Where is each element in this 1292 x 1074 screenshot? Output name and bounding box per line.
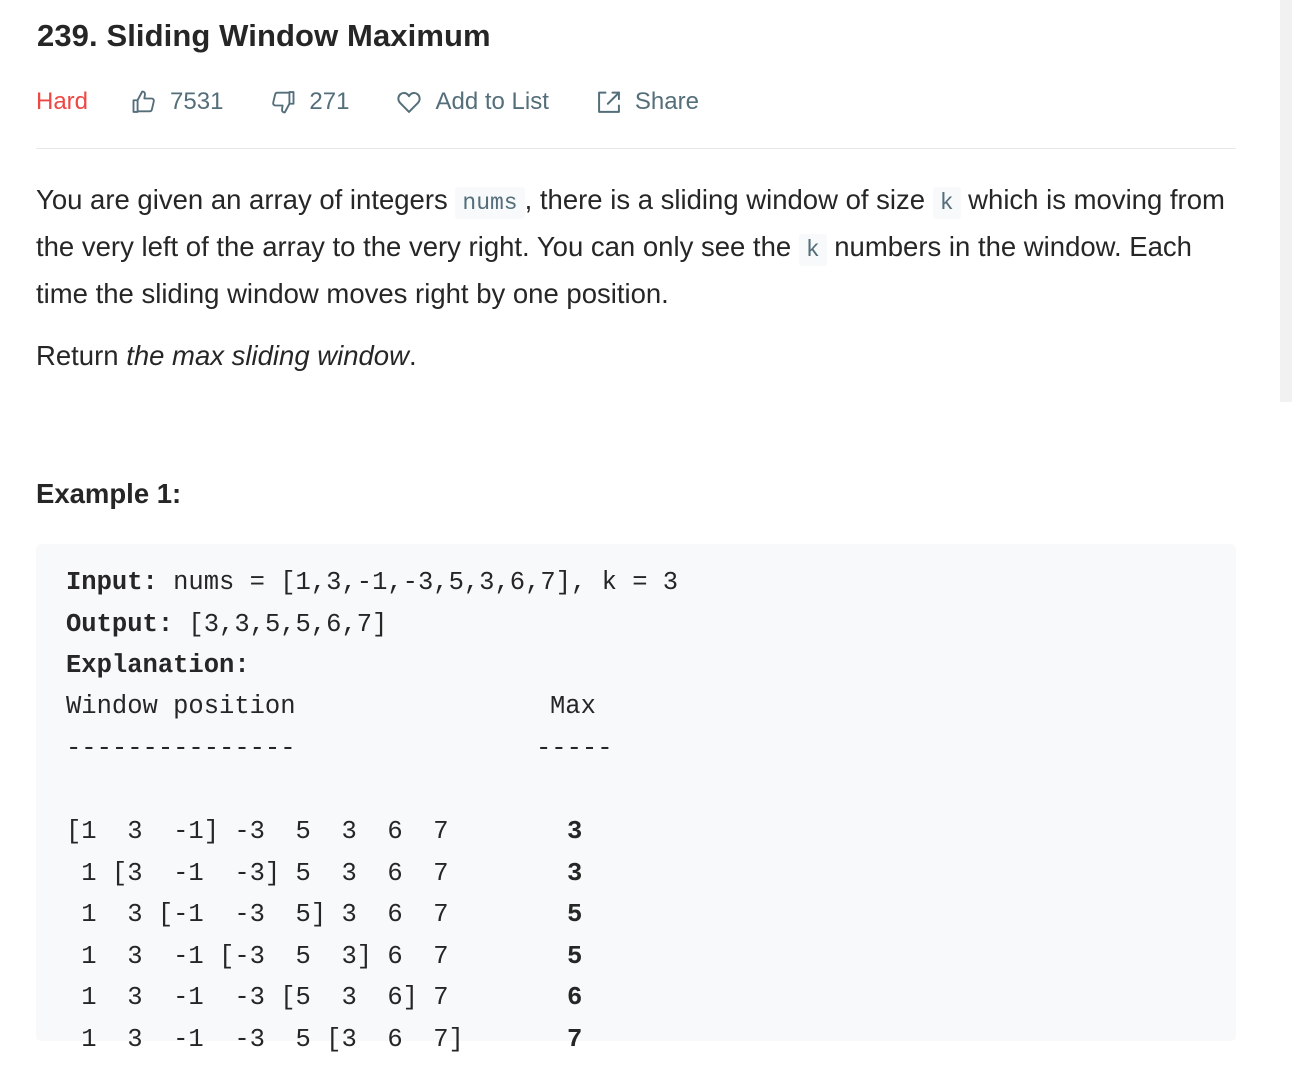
problem-title: 239. Sliding Window Maximum	[37, 18, 491, 53]
explanation-label: Explanation:	[66, 651, 250, 680]
input-label: Input:	[66, 568, 158, 597]
window-max: 6	[567, 983, 583, 1012]
window-position: 1 3 [-1 -3 5] 3 6 7	[66, 900, 449, 929]
input-value: nums = [1,3,-1,-3,5,3,6,7], k = 3	[157, 568, 679, 597]
window-position: 1 [3 -1 -3] 5 3 6 7	[66, 858, 449, 888]
like-button[interactable]: 7531	[130, 88, 223, 116]
window-table: Window position Max --------------- ----…	[66, 686, 666, 1060]
output-value: [3,3,5,5,6,7]	[173, 609, 388, 639]
window-table-header: Window position Max	[66, 686, 666, 728]
inline-code-k: k	[932, 187, 961, 219]
share-button[interactable]: Share	[595, 88, 699, 116]
return-emphasis: the max sliding window	[126, 340, 409, 371]
window-max: 5	[567, 941, 583, 971]
description-text-2: , there is a sliding window of size	[524, 184, 933, 215]
difficulty-badge: Hard	[36, 88, 89, 115]
window-position: 1 3 -1 -3 [5 3 6] 7	[66, 983, 449, 1012]
header-divider	[36, 148, 1236, 149]
dislike-button[interactable]: 271	[269, 88, 349, 116]
max-header: Max	[550, 692, 596, 721]
share-label: Share	[634, 88, 699, 115]
thumbs-up-icon	[132, 90, 155, 113]
window-position-dashes: ---------------	[66, 733, 296, 763]
likes-count: 7531	[170, 88, 224, 115]
example-title: Example 1:	[36, 478, 182, 509]
window-row: 1 3 -1 -3 [5 3 6] 7 6	[66, 977, 666, 1019]
window-max: 3	[567, 817, 583, 846]
return-statement: Return the max sliding window.	[36, 334, 417, 377]
problem-description: You are given an array of integers nums,…	[36, 178, 1236, 315]
add-to-list-button[interactable]: Add to List	[395, 88, 549, 116]
return-suffix: .	[408, 340, 417, 371]
window-row: 1 3 [-1 -3 5] 3 6 7 5	[66, 894, 666, 936]
example-code-block: Input: nums = [1,3,-1,-3,5,3,6,7], k = 3…	[36, 544, 1236, 1054]
window-max: 5	[567, 900, 583, 929]
window-max: 3	[567, 858, 583, 888]
window-row: [1 3 -1] -3 5 3 6 7 3	[66, 811, 666, 853]
window-row: 1 3 -1 [-3 5 3] 6 7 5	[66, 936, 666, 978]
window-table-separator: --------------- -----	[66, 728, 666, 770]
window-position: 1 3 -1 -3 5 [3 6 7]	[66, 1024, 464, 1054]
heart-icon	[397, 91, 422, 113]
inline-code-k: k	[798, 234, 827, 266]
window-position-header: Window position	[66, 692, 296, 721]
window-row: 1 [3 -1 -3] 5 3 6 7 3	[66, 853, 666, 895]
max-dashes: -----	[536, 733, 613, 763]
return-prefix: Return	[36, 340, 127, 371]
dislikes-count: 271	[309, 88, 350, 115]
add-to-list-label: Add to List	[435, 88, 549, 115]
problem-meta-bar: Hard 7531 271 Add to List Share	[36, 84, 836, 120]
description-text-1: You are given an array of integers	[36, 184, 456, 215]
window-row: 1 3 -1 -3 5 [3 6 7] 7	[66, 1019, 666, 1061]
window-max: 7	[567, 1024, 583, 1054]
scrollbar-track[interactable]	[1280, 0, 1292, 1074]
output-label: Output:	[66, 609, 174, 639]
inline-code-nums: nums	[455, 187, 525, 219]
thumbs-down-icon	[272, 91, 295, 114]
window-position: [1 3 -1] -3 5 3 6 7	[66, 817, 449, 846]
example-io: Input: nums = [1,3,-1,-3,5,3,6,7], k = 3…	[66, 562, 678, 687]
share-icon	[597, 91, 620, 113]
scrollbar-thumb[interactable]	[1280, 0, 1292, 402]
window-position: 1 3 -1 [-3 5 3] 6 7	[66, 941, 449, 971]
